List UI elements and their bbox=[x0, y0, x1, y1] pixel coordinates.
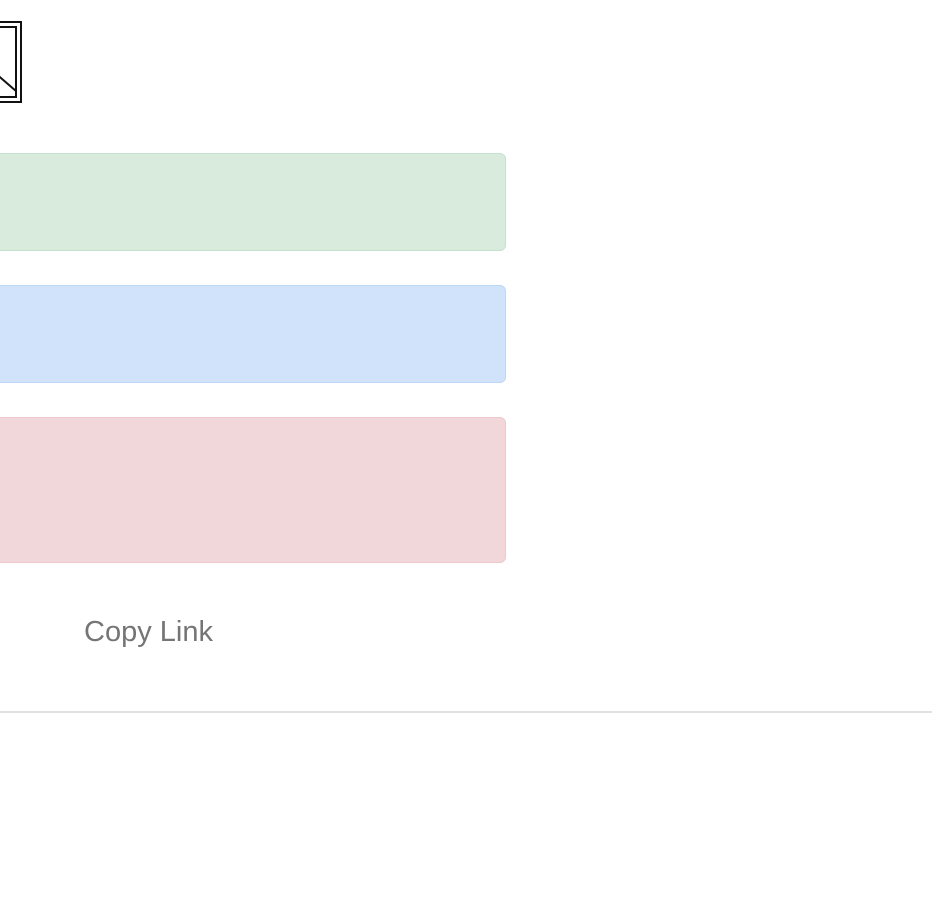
success-alert bbox=[0, 153, 506, 251]
broken-image-glyph bbox=[0, 75, 15, 92]
broken-image-frame bbox=[0, 26, 17, 98]
page: nk Copy Link bbox=[0, 0, 932, 904]
copy-link-button[interactable]: Copy Link bbox=[84, 616, 213, 649]
danger-alert bbox=[0, 417, 506, 563]
info-alert bbox=[0, 285, 506, 383]
divider bbox=[0, 711, 932, 713]
broken-image-icon bbox=[0, 21, 22, 103]
